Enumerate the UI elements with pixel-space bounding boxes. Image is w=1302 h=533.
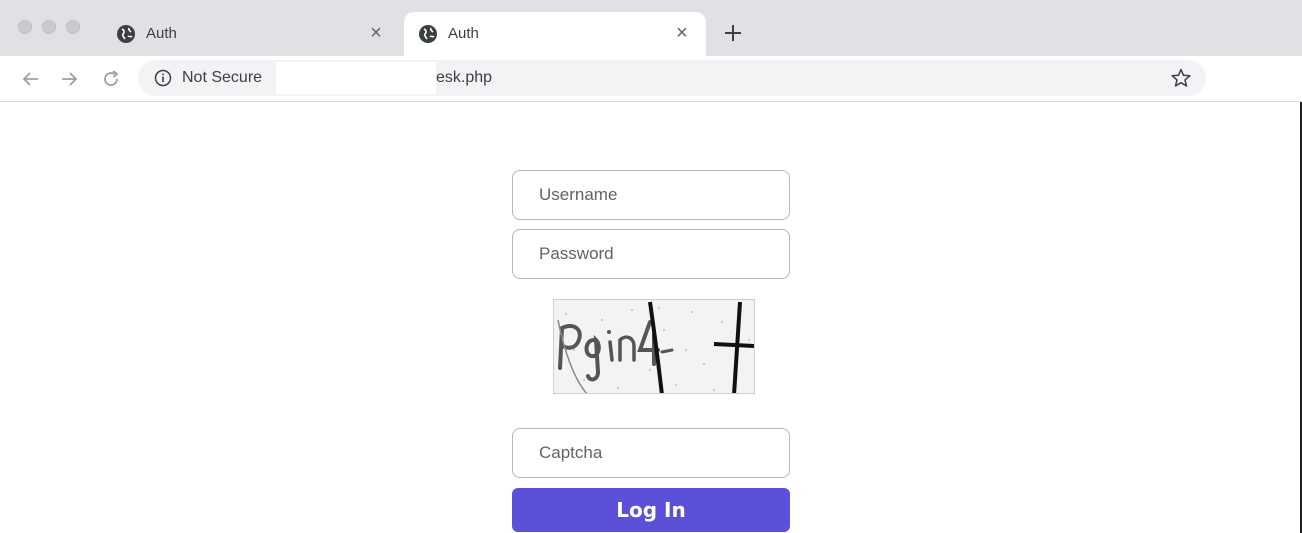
tab-title: Auth [448, 25, 479, 42]
window-zoom-dot[interactable] [66, 20, 80, 34]
url-text[interactable]: esk.php [436, 69, 492, 87]
captcha-input[interactable] [513, 429, 789, 477]
tab-strip: Auth × Auth × [0, 0, 1302, 56]
security-status-label: Not Secure [182, 69, 263, 86]
back-arrow-icon[interactable] [20, 68, 42, 90]
captcha-field-box [512, 428, 790, 478]
tab-auth-2[interactable]: Auth × [404, 12, 706, 56]
tab-title: Auth [146, 25, 177, 42]
forward-arrow-icon[interactable] [58, 68, 80, 90]
reload-icon[interactable] [100, 68, 122, 90]
password-input[interactable] [513, 230, 789, 278]
tab-auth-1[interactable]: Auth × [102, 12, 400, 56]
login-button[interactable]: Log In [512, 488, 790, 532]
captcha-picture [554, 300, 754, 393]
address-bar[interactable]: Not Secure esk.php [138, 60, 1206, 96]
username-input[interactable] [513, 171, 789, 219]
globe-icon [419, 25, 437, 43]
tab-close-icon[interactable]: × [670, 21, 694, 45]
url-redaction [276, 62, 436, 94]
bookmark-star-icon[interactable] [1170, 67, 1192, 89]
tab-close-icon[interactable]: × [364, 21, 388, 45]
window-minimize-dot[interactable] [42, 20, 56, 34]
new-tab-icon[interactable] [720, 20, 746, 46]
browser-toolbar: Not Secure esk.php [0, 56, 1302, 102]
captcha-image [553, 299, 755, 394]
globe-icon [117, 25, 135, 43]
password-field-box [512, 229, 790, 279]
username-field-box [512, 170, 790, 220]
window-close-dot[interactable] [18, 20, 32, 34]
info-icon[interactable] [154, 69, 172, 87]
